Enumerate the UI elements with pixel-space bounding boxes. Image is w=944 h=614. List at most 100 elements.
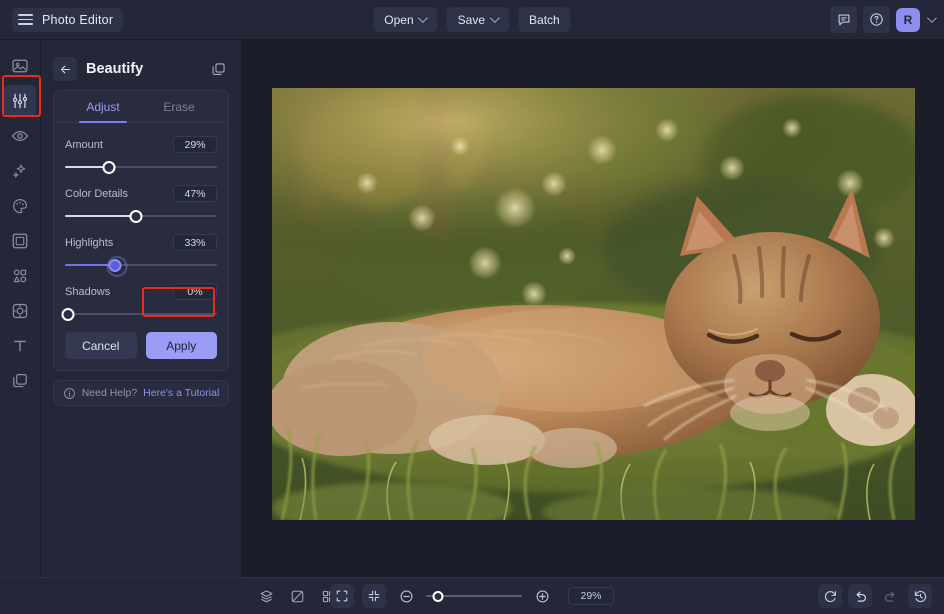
page-title: Beautify: [86, 61, 207, 77]
slider-highlights: Highlights 33%: [65, 234, 217, 272]
compare-icon: [290, 589, 305, 604]
undo-icon: [853, 589, 868, 604]
help-button[interactable]: [863, 6, 890, 33]
slider-track-fill: [65, 215, 136, 218]
slider-amount-thumb[interactable]: [103, 161, 116, 174]
footer-left-tools: [254, 584, 340, 608]
zoom-in-icon: [535, 589, 550, 604]
sparkles-icon: [11, 162, 29, 180]
chevron-down-icon[interactable]: [927, 13, 937, 23]
app-menu-button[interactable]: Photo Editor: [12, 8, 123, 32]
slider-amount-track[interactable]: [65, 160, 217, 174]
overlay-icon: [11, 302, 29, 320]
reset-button[interactable]: [818, 584, 842, 608]
sidebar-item-effects[interactable]: [4, 155, 36, 187]
sidebar-item-layers[interactable]: [4, 365, 36, 397]
zoom-slider[interactable]: [426, 589, 522, 603]
slider-shadows-track[interactable]: [65, 307, 217, 321]
compare-button[interactable]: [285, 584, 309, 608]
panel-header: Beautify: [53, 48, 229, 90]
sidebar-item-retouch[interactable]: [4, 120, 36, 152]
tab-adjust[interactable]: Adjust: [65, 91, 141, 122]
slider-color-details-label: Color Details: [65, 188, 128, 200]
help-bar[interactable]: Need Help? Here's a Tutorial: [53, 380, 229, 406]
redo-button[interactable]: [878, 584, 902, 608]
palette-icon: [11, 197, 29, 215]
beautify-panel: Beautify Adjust Erase Amount: [41, 40, 242, 577]
actual-size-button[interactable]: [362, 584, 386, 608]
sidebar-item-overlay[interactable]: [4, 295, 36, 327]
photo-container[interactable]: [272, 88, 915, 520]
undo-button[interactable]: [848, 584, 872, 608]
adjust-card: Adjust Erase Amount 29%: [53, 90, 229, 371]
canvas-area[interactable]: [242, 40, 944, 577]
app-body: Beautify Adjust Erase Amount: [0, 40, 944, 577]
help-text: Need Help?: [82, 387, 137, 399]
open-button[interactable]: Open: [373, 7, 437, 32]
header-actions: Open Save Batch: [373, 7, 570, 32]
history-button[interactable]: [908, 584, 932, 608]
chevron-down-icon: [490, 13, 500, 23]
hamburger-icon: [18, 14, 33, 25]
chevron-down-icon: [418, 13, 428, 23]
slider-amount: Amount 29%: [65, 136, 217, 174]
zoom-in-button[interactable]: [530, 584, 554, 608]
slider-color-details-value: 47%: [173, 185, 217, 202]
actual-size-icon: [367, 589, 381, 603]
save-button[interactable]: Save: [447, 7, 509, 32]
help-icon: [869, 12, 884, 27]
feedback-icon: [837, 13, 851, 27]
layers-button[interactable]: [254, 584, 278, 608]
cancel-button[interactable]: Cancel: [65, 332, 137, 359]
slider-highlights-track[interactable]: [65, 258, 217, 272]
fit-screen-icon: [335, 589, 349, 603]
slider-highlights-header: Highlights 33%: [65, 234, 217, 251]
slider-highlights-label: Highlights: [65, 237, 113, 249]
header-right-actions: R: [830, 6, 934, 33]
batch-label: Batch: [529, 13, 560, 27]
apply-button[interactable]: Apply: [146, 332, 218, 359]
layers-icon: [259, 589, 274, 604]
open-label: Open: [384, 13, 413, 27]
tab-erase[interactable]: Erase: [141, 91, 217, 122]
batch-button[interactable]: Batch: [518, 7, 571, 32]
zoom-level-value: 29%: [568, 587, 614, 605]
edited-photo: [272, 88, 915, 520]
footer-zoom-controls: 29%: [330, 584, 614, 608]
slider-color-details: Color Details 47%: [65, 185, 217, 223]
sidebar-item-color[interactable]: [4, 190, 36, 222]
sidebar-item-adjust[interactable]: [4, 85, 36, 117]
sidebar-item-shapes[interactable]: [4, 260, 36, 292]
slider-shadows: Shadows 0%: [65, 283, 217, 321]
slider-highlights-value: 33%: [173, 234, 217, 251]
text-icon: [11, 337, 29, 355]
sidebar-item-image[interactable]: [4, 50, 36, 82]
zoom-slider-thumb[interactable]: [432, 591, 443, 602]
sidebar-item-frame[interactable]: [4, 225, 36, 257]
slider-shadows-header: Shadows 0%: [65, 283, 217, 300]
sidebar-item-text[interactable]: [4, 330, 36, 362]
tutorial-link[interactable]: Here's a Tutorial: [143, 387, 219, 399]
slider-shadows-value: 0%: [173, 283, 217, 300]
duplicate-button[interactable]: [207, 58, 229, 80]
bottom-toolbar: 29%: [0, 577, 944, 614]
footer-history-controls: [818, 584, 932, 608]
sliders-icon: [11, 92, 29, 110]
layers-icon: [11, 372, 29, 390]
slider-color-details-thumb[interactable]: [130, 210, 143, 223]
eye-icon: [11, 127, 29, 145]
slider-shadows-thumb[interactable]: [62, 308, 75, 321]
feedback-button[interactable]: [830, 6, 857, 33]
slider-color-details-track[interactable]: [65, 209, 217, 223]
fit-screen-button[interactable]: [330, 584, 354, 608]
duplicate-icon: [211, 62, 226, 77]
slider-amount-label: Amount: [65, 139, 103, 151]
slider-color-details-header: Color Details 47%: [65, 185, 217, 202]
zoom-out-button[interactable]: [394, 584, 418, 608]
slider-amount-value: 29%: [173, 136, 217, 153]
back-button[interactable]: [53, 57, 77, 81]
slider-highlights-thumb[interactable]: [109, 259, 122, 272]
slider-amount-header: Amount 29%: [65, 136, 217, 153]
app-header: Photo Editor Open Save Batch: [0, 0, 944, 40]
avatar[interactable]: R: [896, 8, 920, 32]
